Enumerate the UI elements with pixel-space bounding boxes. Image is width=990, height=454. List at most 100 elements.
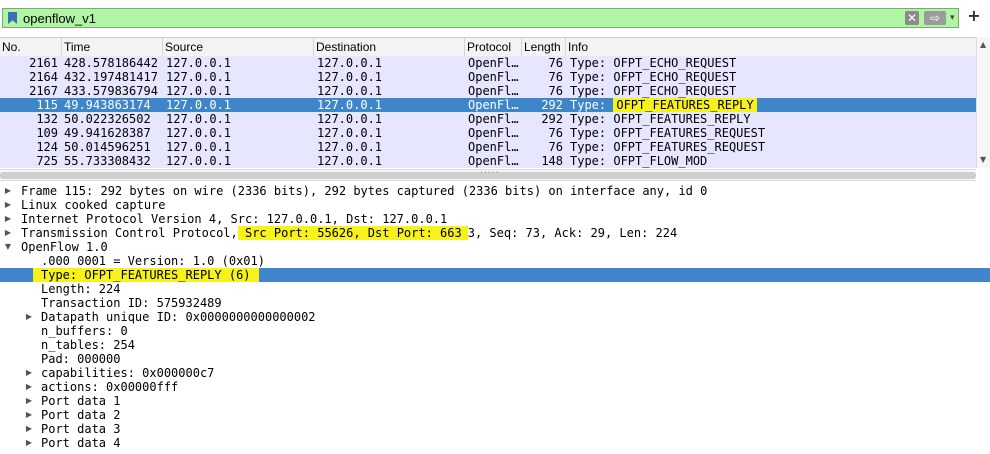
- expand-triangle-icon[interactable]: ▶: [24, 422, 34, 436]
- packet-cell-no: 2164: [29, 70, 58, 84]
- detail-tree-row[interactable]: Pad: 000000: [0, 352, 990, 366]
- detail-row-text: Port data 1: [41, 394, 120, 408]
- detail-tree-row[interactable]: Type: OFPT_FEATURES_REPLY (6): [0, 268, 990, 282]
- packet-row[interactable]: 725 55.733308432 127.0.0.1 127.0.0.1 OpenFl……: [0, 154, 976, 168]
- packet-list-vertical-scrollbar[interactable]: ▲ ▼: [976, 37, 990, 168]
- detail-tree-row[interactable]: ▶ Port data 4: [0, 436, 990, 450]
- packet-cell-no: 725: [36, 154, 58, 168]
- column-header-info[interactable]: Info: [566, 38, 976, 56]
- detail-tree-row[interactable]: ▶ Port data 2: [0, 408, 990, 422]
- packet-cell-length: 148: [541, 154, 563, 168]
- detail-field-text: Transaction ID: 575932489: [41, 296, 222, 310]
- detail-tree-row[interactable]: Transaction ID: 575932489: [0, 296, 990, 310]
- packet-cell-source: 127.0.0.1: [166, 98, 232, 112]
- packet-cell-length: 76: [548, 84, 563, 98]
- column-header-no[interactable]: No.: [0, 38, 62, 56]
- detail-field-rest: 3, Seq: 73, Ack: 29, Len: 224: [467, 226, 678, 240]
- packet-cell-protocol: OpenFl…: [468, 56, 519, 70]
- detail-tree-row[interactable]: ▶ Port data 1: [0, 394, 990, 408]
- expand-triangle-icon[interactable]: ▶: [24, 408, 34, 422]
- detail-tree-row[interactable]: ▶ capabilities: 0x000000c7: [0, 366, 990, 380]
- detail-field-text: Pad: 000000: [41, 352, 121, 366]
- detail-tree-row[interactable]: n_tables: 254: [0, 338, 990, 352]
- detail-field-text: Port data 4: [41, 436, 121, 450]
- column-header-length[interactable]: Length: [522, 38, 566, 56]
- detail-field-text: n_buffers: 0: [41, 324, 128, 338]
- detail-tree-row[interactable]: ▶ Linux cooked capture: [0, 198, 990, 212]
- detail-tree-row[interactable]: ▶ Transmission Control Protocol, Src Port…: [0, 226, 990, 240]
- packet-cell-protocol: OpenFl…: [468, 140, 519, 154]
- scroll-up-arrow-icon[interactable]: ▲: [980, 40, 986, 49]
- expand-triangle-icon[interactable]: ▶: [24, 310, 34, 324]
- detail-tree-row[interactable]: Length: 224: [0, 282, 990, 296]
- expand-triangle-icon[interactable]: ▶: [3, 184, 13, 198]
- display-filter-box[interactable]: ✕ ⇨ ▾: [2, 8, 959, 28]
- scroll-down-arrow-icon[interactable]: ▼: [980, 155, 986, 164]
- display-filter-input[interactable]: [23, 9, 883, 27]
- packet-row[interactable]: 2167 433.579836794 127.0.0.1 127.0.0.1 OpenF…: [0, 84, 976, 98]
- detail-tree-row[interactable]: .000 0001 = Version: 1.0 (0x01): [0, 254, 990, 268]
- add-filter-button-icon[interactable]: +: [966, 8, 982, 26]
- info-message-type: OFPT_FEATURES_REQUEST: [613, 126, 766, 140]
- packet-cell-time: 55.733308432: [64, 154, 151, 168]
- packet-cell-no: 2161: [29, 56, 58, 70]
- apply-filter-icon[interactable]: ⇨: [924, 11, 946, 25]
- column-header-time[interactable]: Time: [62, 38, 163, 56]
- packet-cell-time: 49.943863174: [64, 98, 151, 112]
- packet-cell-time: 433.579836794: [64, 84, 158, 98]
- packet-row[interactable]: 2164 432.197481417 127.0.0.1 127.0.0.1 OpenF…: [0, 70, 976, 84]
- expand-triangle-icon[interactable]: ▶: [24, 394, 34, 408]
- packet-cell-no: 124: [36, 140, 58, 154]
- packet-cell-protocol: OpenFl…: [468, 154, 519, 168]
- column-header-protocol[interactable]: Protocol: [465, 38, 522, 56]
- packet-row[interactable]: 2161 428.578186442 127.0.0.1 127.0.0.1 OpenF…: [0, 56, 976, 70]
- packet-row[interactable]: 115 49.943863174 127.0.0.1 127.0.0.1 OpenFl……: [0, 98, 976, 112]
- expand-triangle-icon[interactable]: ▶: [24, 366, 34, 380]
- info-prefix: Type:: [570, 154, 614, 168]
- info-message-type: OFPT_FEATURES_REPLY: [613, 112, 751, 126]
- detail-field-text: Internet Protocol Version 4, Src: 127.0.…: [21, 212, 448, 226]
- packet-cell-no: 132: [36, 112, 58, 126]
- bookmark-icon[interactable]: [8, 12, 17, 24]
- detail-field-text: Port data 1: [41, 394, 121, 408]
- detail-tree-row[interactable]: n_buffers: 0: [0, 324, 990, 338]
- packet-row[interactable]: 124 50.014596251 127.0.0.1 127.0.0.1 OpenFl……: [0, 140, 976, 154]
- column-header-destination[interactable]: Destination: [314, 38, 465, 56]
- filter-history-dropdown-icon[interactable]: ▾: [950, 13, 960, 23]
- packet-cell-length: 76: [548, 70, 563, 84]
- clear-filter-icon[interactable]: ✕: [905, 11, 919, 25]
- packet-details-tree: ▶ Frame 115: 292 bytes on wire (2336 bits…: [0, 184, 990, 454]
- packet-cell-time: 50.014596251: [64, 140, 151, 154]
- expand-triangle-icon[interactable]: ▶: [24, 436, 34, 450]
- info-prefix: Type:: [570, 56, 614, 70]
- packet-list-horizontal-scrollbar[interactable]: ·····: [0, 168, 976, 181]
- packet-cell-destination: 127.0.0.1: [317, 84, 383, 98]
- column-header-source[interactable]: Source: [163, 38, 314, 56]
- pane-splitter-handle-icon[interactable]: ·····: [480, 168, 499, 178]
- detail-tree-row[interactable]: ▶ Port data 3: [0, 422, 990, 436]
- expand-triangle-icon[interactable]: ▶: [3, 212, 13, 226]
- packet-cell-length: 292: [541, 112, 563, 126]
- detail-tree-row[interactable]: ▶ actions: 0x00000fff: [0, 380, 990, 394]
- detail-row-text: n_buffers: 0: [41, 324, 128, 338]
- packet-cell-protocol: OpenFl…: [468, 98, 519, 112]
- packet-cell-destination: 127.0.0.1: [317, 126, 383, 140]
- detail-row-text: actions: 0x00000fff: [41, 380, 178, 394]
- detail-tree-row[interactable]: ▼ OpenFlow 1.0: [0, 240, 990, 254]
- detail-tree-row[interactable]: ▶ Frame 115: 292 bytes on wire (2336 bits…: [0, 184, 990, 198]
- expand-triangle-icon[interactable]: ▶: [24, 380, 34, 394]
- collapse-triangle-icon[interactable]: ▼: [3, 240, 13, 254]
- expand-triangle-icon[interactable]: ▶: [3, 198, 13, 212]
- detail-tree-row[interactable]: ▶ Datapath unique ID: 0x0000000000000002: [0, 310, 990, 324]
- detail-field-text: n_tables: 254: [41, 338, 135, 352]
- detail-tree-row[interactable]: ▶ Internet Protocol Version 4, Src: 127.0…: [0, 212, 990, 226]
- detail-row-text: Internet Protocol Version 4, Src: 127.0.…: [21, 212, 447, 226]
- packet-cell-protocol: OpenFl…: [468, 126, 519, 140]
- packet-row[interactable]: 109 49.941628387 127.0.0.1 127.0.0.1 OpenFl……: [0, 126, 976, 140]
- packet-row[interactable]: 132 50.022326502 127.0.0.1 127.0.0.1 OpenFl……: [0, 112, 976, 126]
- packet-cell-info: Type: OFPT_FEATURES_REQUEST: [570, 140, 974, 154]
- packet-cell-source: 127.0.0.1: [166, 84, 232, 98]
- packet-cell-info: Type: OFPT_ECHO_REQUEST: [570, 56, 974, 70]
- expand-triangle-icon[interactable]: ▶: [3, 226, 13, 240]
- info-prefix: Type:: [570, 112, 614, 126]
